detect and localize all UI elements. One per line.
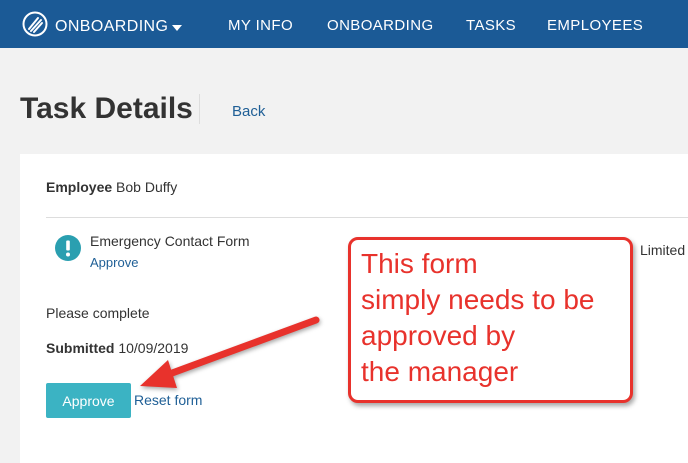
annotation-arrow-icon — [140, 316, 320, 388]
